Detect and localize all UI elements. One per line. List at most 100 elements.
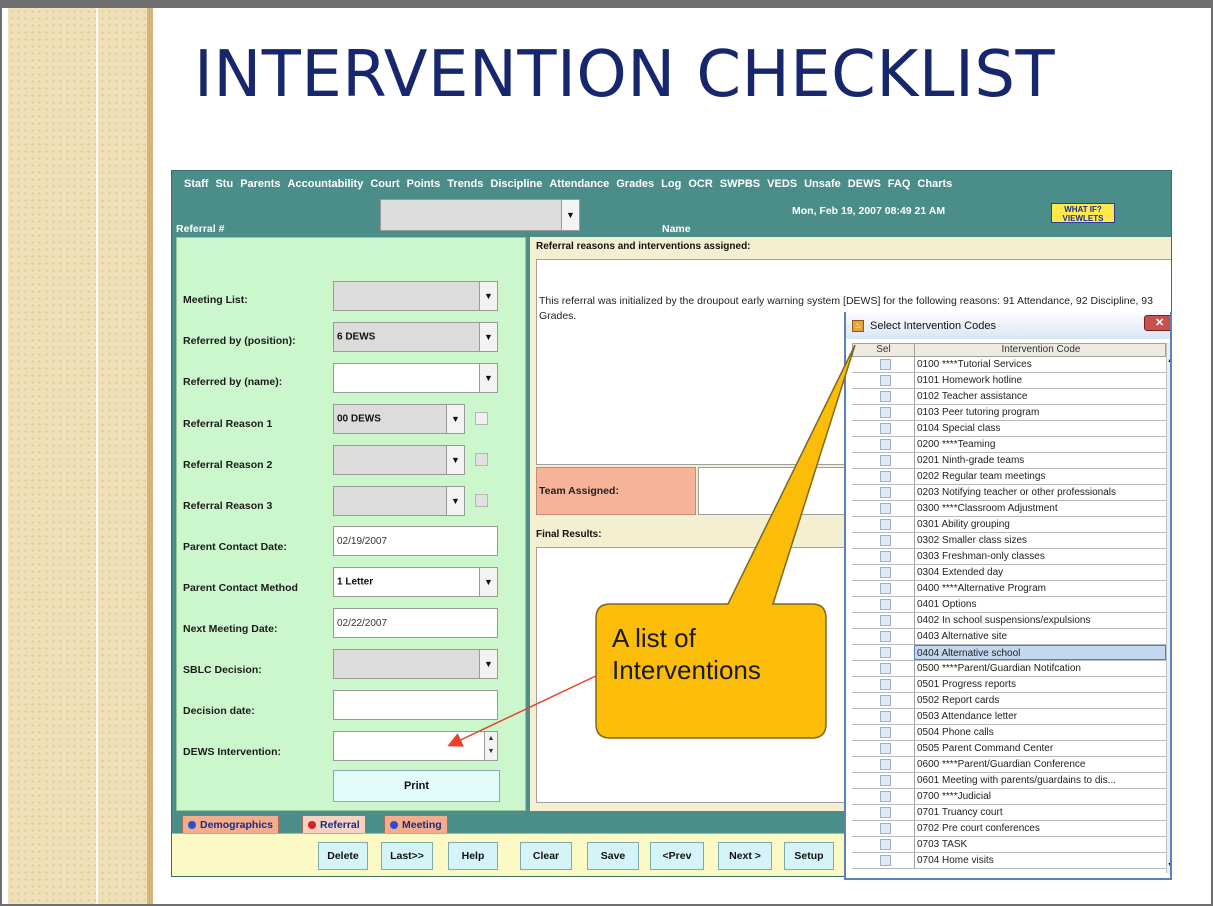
help-button[interactable]: Help (448, 842, 498, 870)
select-checkbox[interactable] (880, 647, 891, 658)
table-row[interactable]: 0704 Home visits (852, 853, 1166, 869)
tab-meeting[interactable]: Meeting (384, 815, 448, 833)
referred-by-position-combo[interactable]: 6 DEWS ▼ (333, 322, 498, 352)
select-checkbox[interactable] (880, 359, 891, 370)
table-row[interactable]: 0201 Ninth-grade teams (852, 453, 1166, 469)
select-checkbox[interactable] (880, 599, 891, 610)
dialog-scrollbar[interactable]: ▲ ▼ (1166, 343, 1170, 873)
code-column-header[interactable]: Intervention Code (915, 344, 1167, 355)
select-checkbox[interactable] (880, 807, 891, 818)
sblc-decision-combo[interactable]: ▼ (333, 649, 498, 679)
spinner-arrows-icon[interactable]: ▲ ▼ (484, 732, 497, 760)
table-row[interactable]: 0102 Teacher assistance (852, 389, 1166, 405)
table-row[interactable]: 0504 Phone calls (852, 725, 1166, 741)
chevron-down-icon[interactable]: ▼ (446, 487, 464, 515)
table-row[interactable]: 0202 Regular team meetings (852, 469, 1166, 485)
referred-by-name-combo[interactable]: ▼ (333, 363, 498, 393)
table-row[interactable]: 0703 TASK (852, 837, 1166, 853)
dews-intervention-field[interactable]: ▲ ▼ (333, 731, 498, 761)
table-row[interactable]: 0402 In school suspensions/expulsions (852, 613, 1166, 629)
menu-item-dews[interactable]: DEWS (848, 178, 881, 190)
select-checkbox[interactable] (880, 583, 891, 594)
referral-reason-3-checkbox[interactable] (475, 494, 488, 507)
scroll-up-icon[interactable]: ▲ (1167, 357, 1170, 364)
select-checkbox[interactable] (880, 471, 891, 482)
chevron-down-icon[interactable]: ▼ (479, 364, 497, 392)
scroll-down-icon[interactable]: ▼ (1167, 862, 1170, 869)
select-checkbox[interactable] (880, 455, 891, 466)
menu-item-discipline[interactable]: Discipline (490, 178, 542, 190)
referral-reason-1-checkbox[interactable] (475, 412, 488, 425)
menu-item-accountability[interactable]: Accountability (288, 178, 364, 190)
select-checkbox[interactable] (880, 551, 891, 562)
select-checkbox[interactable] (880, 711, 891, 722)
table-row[interactable]: 0303 Freshman-only classes (852, 549, 1166, 565)
table-row[interactable]: 0101 Homework hotline (852, 373, 1166, 389)
table-row[interactable]: 0404 Alternative school (852, 645, 1166, 661)
table-row[interactable]: 0200 ****Teaming (852, 437, 1166, 453)
save-button[interactable]: Save (587, 842, 639, 870)
menu-item-trends[interactable]: Trends (447, 178, 483, 190)
decision-date-field[interactable] (333, 690, 498, 720)
select-checkbox[interactable] (880, 407, 891, 418)
menu-item-court[interactable]: Court (370, 178, 399, 190)
select-checkbox[interactable] (880, 615, 891, 626)
menu-item-swpbs[interactable]: SWPBS (720, 178, 760, 190)
menu-item-veds[interactable]: VEDS (767, 178, 797, 190)
chevron-down-icon[interactable]: ▼ (479, 282, 497, 310)
select-checkbox[interactable] (880, 503, 891, 514)
menu-item-charts[interactable]: Charts (917, 178, 952, 190)
select-checkbox[interactable] (880, 439, 891, 450)
chevron-down-icon[interactable]: ▼ (479, 323, 497, 351)
prev-button[interactable]: <Prev (650, 842, 704, 870)
menu-item-grades[interactable]: Grades (616, 178, 654, 190)
clear-button[interactable]: Clear (520, 842, 572, 870)
select-checkbox[interactable] (880, 759, 891, 770)
table-row[interactable]: 0601 Meeting with parents/guardains to d… (852, 773, 1166, 789)
referral-reason-3-combo[interactable]: ▼ (333, 486, 465, 516)
select-checkbox[interactable] (880, 535, 891, 546)
select-checkbox[interactable] (880, 823, 891, 834)
table-row[interactable]: 0700 ****Judicial (852, 789, 1166, 805)
select-checkbox[interactable] (880, 743, 891, 754)
select-checkbox[interactable] (880, 791, 891, 802)
table-row[interactable]: 0104 Special class (852, 421, 1166, 437)
menu-item-attendance[interactable]: Attendance (549, 178, 609, 190)
menu-item-faq[interactable]: FAQ (888, 178, 911, 190)
chevron-down-icon[interactable]: ▼ (561, 200, 579, 230)
select-checkbox[interactable] (880, 679, 891, 690)
table-row[interactable]: 0304 Extended day (852, 565, 1166, 581)
chevron-down-icon[interactable]: ▼ (479, 650, 497, 678)
menu-item-stu[interactable]: Stu (215, 178, 233, 190)
print-button[interactable]: Print (333, 770, 500, 802)
select-checkbox[interactable] (880, 839, 891, 850)
next-button[interactable]: Next > (718, 842, 772, 870)
select-checkbox[interactable] (880, 423, 891, 434)
menu-item-log[interactable]: Log (661, 178, 681, 190)
table-row[interactable]: 0500 ****Parent/Guardian Notifcation (852, 661, 1166, 677)
referral-number-combo[interactable]: ▼ (380, 199, 580, 231)
setup-button[interactable]: Setup (784, 842, 834, 870)
select-checkbox[interactable] (880, 695, 891, 706)
referral-reason-2-combo[interactable]: ▼ (333, 445, 465, 475)
table-row[interactable]: 0403 Alternative site (852, 629, 1166, 645)
parent-contact-method-combo[interactable]: 1 Letter ▼ (333, 567, 498, 597)
referral-reason-2-checkbox[interactable] (475, 453, 488, 466)
select-checkbox[interactable] (880, 487, 891, 498)
table-row[interactable]: 0401 Options (852, 597, 1166, 613)
table-row[interactable]: 0701 Truancy court (852, 805, 1166, 821)
select-checkbox[interactable] (880, 663, 891, 674)
meeting-list-combo[interactable]: ▼ (333, 281, 498, 311)
last-button[interactable]: Last>> (381, 842, 433, 870)
table-row[interactable]: 0100 ****Tutorial Services (852, 357, 1166, 373)
referral-reason-1-combo[interactable]: 00 DEWS ▼ (333, 404, 465, 434)
table-row[interactable]: 0302 Smaller class sizes (852, 533, 1166, 549)
dialog-title-bar[interactable]: ♨ Select Intervention Codes ✕ (846, 312, 1170, 339)
select-checkbox[interactable] (880, 375, 891, 386)
menu-item-unsafe[interactable]: Unsafe (804, 178, 841, 190)
chevron-down-icon[interactable]: ▼ (446, 405, 464, 433)
menu-item-ocr[interactable]: OCR (688, 178, 712, 190)
chevron-down-icon[interactable]: ▼ (479, 568, 497, 596)
table-row[interactable]: 0103 Peer tutoring program (852, 405, 1166, 421)
menu-item-parents[interactable]: Parents (240, 178, 280, 190)
